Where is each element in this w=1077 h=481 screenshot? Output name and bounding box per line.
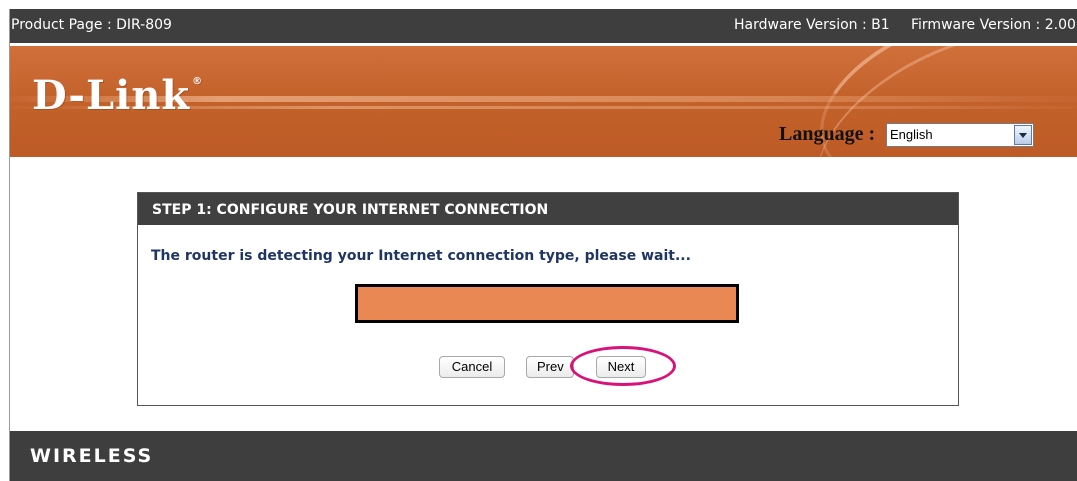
detection-progress-bar bbox=[355, 284, 739, 323]
wireless-label: WIRELESS bbox=[30, 445, 154, 467]
firmware-version-label: Firmware Version : 2.00 bbox=[911, 17, 1076, 33]
wizard-step-title: STEP 1: CONFIGURE YOUR INTERNET CONNECTI… bbox=[152, 202, 549, 218]
language-label: Language : bbox=[779, 123, 876, 145]
footer-bar: WIRELESS bbox=[10, 431, 1077, 481]
setup-wizard-panel: STEP 1: CONFIGURE YOUR INTERNET CONNECTI… bbox=[137, 192, 959, 406]
top-info-bar: Product Page : DIR-809 Hardware Version … bbox=[10, 9, 1077, 43]
chevron-down-icon[interactable] bbox=[1014, 125, 1032, 145]
dlink-banner: D-Link ® Language : English bbox=[10, 46, 1077, 157]
language-select[interactable]: English bbox=[886, 123, 1034, 147]
product-page-label: Product Page : DIR-809 bbox=[11, 17, 172, 33]
language-selected-value: English bbox=[890, 127, 933, 142]
router-admin-page: Product Page : DIR-809 Hardware Version … bbox=[9, 9, 1077, 481]
hardware-version-label: Hardware Version : B1 bbox=[734, 17, 890, 33]
dlink-logo: D-Link ® bbox=[32, 72, 204, 119]
prev-button[interactable]: Prev bbox=[526, 356, 574, 378]
cancel-button[interactable]: Cancel bbox=[439, 356, 505, 378]
wizard-step-header: STEP 1: CONFIGURE YOUR INTERNET CONNECTI… bbox=[138, 193, 958, 225]
detecting-message: The router is detecting your Internet co… bbox=[151, 248, 691, 264]
registered-mark: ® bbox=[192, 76, 204, 87]
progress-fill bbox=[358, 287, 736, 320]
next-button[interactable]: Next bbox=[596, 356, 646, 378]
